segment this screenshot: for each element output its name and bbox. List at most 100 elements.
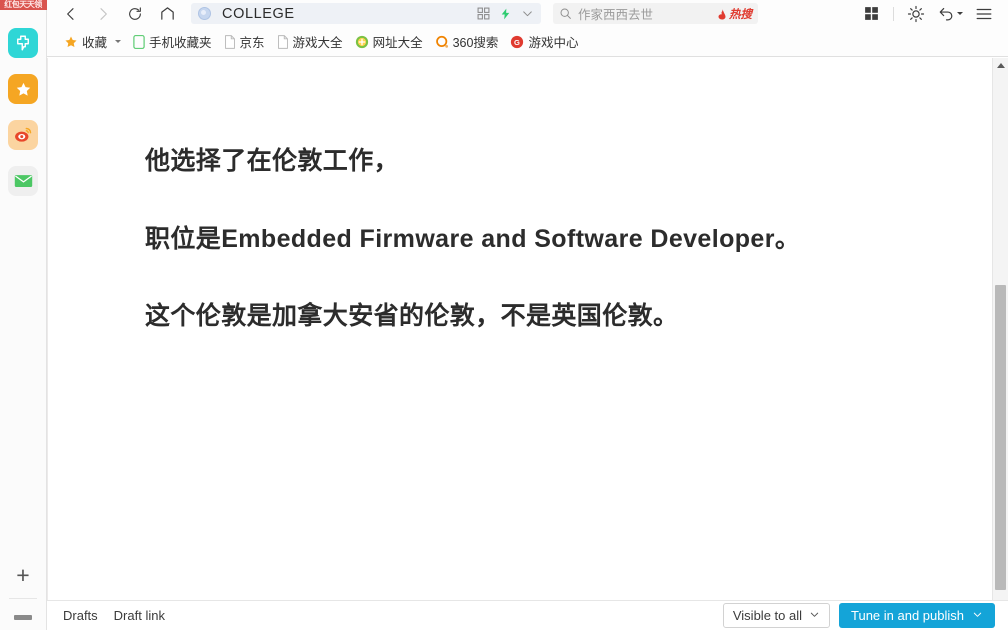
navigation-buttons [47,1,182,27]
bookmark-web-directory[interactable]: 网址大全 [350,29,428,54]
green-plus-icon [355,35,368,48]
vertical-scrollbar[interactable] [992,58,1008,630]
visibility-label: Visible to all [732,608,802,623]
globe-icon [198,7,211,20]
qr-code-glyph-icon [477,7,490,20]
sidebar-icon-mail[interactable] [8,166,38,196]
chevron-down-icon [972,608,983,623]
page-icon [224,34,235,49]
article-paragraph: 这个伦敦是加拿大安省的伦敦，不是英国伦敦。 [145,302,679,330]
sidebar-collapse-handle[interactable] [14,615,32,620]
article-body: 他选择了在伦敦工作， 职位是Embedded Firmware and Soft… [48,58,992,334]
envelope-icon [14,175,32,187]
chevron-down-glyph-icon [973,612,982,617]
address-bar[interactable]: COLLEGE [191,3,541,24]
menu-icon [976,8,992,19]
undo-button[interactable] [935,1,965,27]
star-icon [65,36,77,47]
bookmark-360-search[interactable]: 360搜索 [430,29,504,54]
brightness-button[interactable] [901,1,931,27]
scrollbar-track[interactable] [993,73,1008,630]
publish-button[interactable]: Tune in and publish [839,603,995,628]
bookmark-games-directory[interactable]: 游戏大全 [272,29,348,54]
svg-text:G: G [514,37,520,46]
page-icon [277,34,288,49]
reload-button[interactable] [120,1,150,27]
flame-icon [718,8,726,19]
home-button[interactable] [152,1,182,27]
toolbar-separator [893,6,894,21]
apps-grid-button[interactable] [856,1,886,27]
menu-button[interactable] [969,1,999,27]
star-icon [16,82,30,96]
phone-icon [133,34,145,49]
hot-search-badge[interactable]: 热搜 [716,6,752,22]
page-viewport: 他选择了在伦敦工作， 职位是Embedded Firmware and Soft… [47,58,1008,630]
bookmark-label: 360搜索 [452,36,499,50]
back-button[interactable] [56,1,86,27]
visibility-select[interactable]: Visible to all [722,603,830,628]
sidebar-promo-badge[interactable]: 红包天天领 [0,0,47,10]
undo-icon [939,7,952,21]
bookmark-game-center[interactable]: G 游戏中心 [505,29,583,54]
draft-link[interactable]: Draft link [114,608,165,623]
lightning-glyph-icon [501,8,510,19]
bookmark-label: 京东 [239,36,265,50]
bookmark-label: 手机收藏夹 [149,36,212,50]
forward-button[interactable] [88,1,118,27]
jiayou-glyph-icon [17,35,29,51]
browser-window: 红包天天领 + COLLEGE 作家西西去世 热搜 收藏 手机收藏夹 京东 游戏… [0,0,1008,630]
bookmark-favorites[interactable]: 收藏 [59,29,112,54]
browser-toolbar: COLLEGE 作家西西去世 热搜 [47,0,1008,27]
red-g-icon: G [511,35,524,48]
reload-icon [129,6,141,20]
toolbar-right-buttons [856,1,1008,27]
sidebar-add-button[interactable]: + [6,558,40,592]
address-bar-actions [477,7,534,21]
brightness-icon [907,5,925,22]
search-placeholder: 作家西西去世 [578,8,654,22]
page-title: COLLEGE [222,5,295,22]
scroll-up-button[interactable] [993,58,1008,73]
home-icon [160,7,174,20]
sidebar-icon-jiayou[interactable] [8,28,38,58]
sidebar-icon-weibo[interactable] [8,120,38,150]
bookmark-mobile-favorites[interactable]: 手机收藏夹 [128,29,217,54]
publish-label: Tune in and publish [851,608,964,623]
bookmarks-bar: 收藏 手机收藏夹 京东 游戏大全 网址大全 360搜索 G 游戏中心 [47,27,1008,57]
hot-search-label: 热搜 [729,8,752,21]
search-input[interactable]: 作家西西去世 热搜 [553,3,758,24]
search-icon [559,7,572,20]
chevron-left-icon [67,7,74,20]
chevron-down-glyph-icon [523,11,532,17]
editor-bottom-bar: Drafts Draft link Visible to all Tune in… [47,600,1008,630]
orange-o-icon [435,35,448,48]
bookmarks-dropdown-caret-icon[interactable] [115,40,122,43]
lightning-icon[interactable] [499,7,512,21]
bookmark-label: 游戏中心 [528,36,579,50]
article-paragraph: 他选择了在伦敦工作， [145,147,400,175]
magnifier-glyph-icon [560,8,571,19]
chevron-down-glyph-icon [810,612,819,617]
bookmark-label: 游戏大全 [292,36,343,50]
left-sidebar: 红包天天领 + [0,0,47,630]
weibo-eye-icon [15,127,32,142]
bookmark-label: 收藏 [82,36,108,50]
chevron-down-icon[interactable] [521,7,534,20]
qr-code-icon[interactable] [477,7,490,20]
sidebar-icon-list [8,28,38,196]
drafts-link[interactable]: Drafts [63,608,98,623]
chevron-right-icon [100,7,107,20]
grid-icon [864,7,878,20]
sidebar-divider [9,598,37,599]
article-paragraph: 职位是Embedded Firmware and Software Develo… [145,224,801,253]
chevron-down-icon [809,608,820,623]
triangle-up-icon [996,63,1005,68]
sidebar-promo-text: 红包天天领 [4,0,42,9]
sidebar-icon-favorites[interactable] [8,74,38,104]
bookmark-jd[interactable]: 京东 [219,29,270,54]
bottom-bar-actions: Visible to all Tune in and publish [722,603,995,628]
bookmark-label: 网址大全 [372,36,423,50]
undo-dropdown-caret-icon[interactable] [956,12,963,15]
scrollbar-thumb[interactable] [995,285,1006,590]
